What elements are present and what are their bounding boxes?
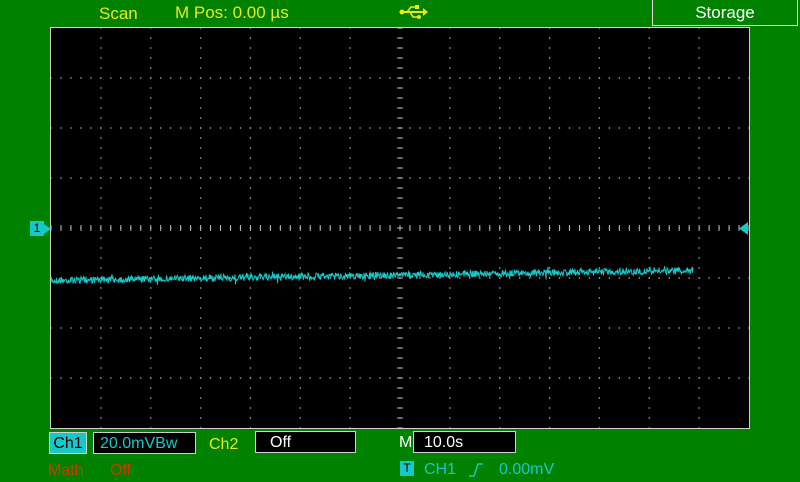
ch1-waveform-trace (51, 265, 694, 285)
timebase-label: M (399, 434, 413, 451)
ch1-marker-pointer-icon (44, 224, 51, 234)
ch1-scale-value[interactable]: 20.0mVBw (93, 432, 196, 454)
ch1-label[interactable]: Ch1 (49, 432, 87, 454)
ch1-ground-marker[interactable]: 1 (30, 221, 44, 236)
trigger-source[interactable]: CH1 (424, 459, 456, 481)
math-value: Off (110, 462, 132, 479)
waveform-display (51, 28, 749, 428)
trigger-level-value[interactable]: 0.00mV (499, 459, 554, 481)
timebase-value[interactable]: 10.0s (413, 431, 516, 453)
mpos-label: M Pos: 0.00 µs (175, 3, 289, 22)
usb-icon (399, 5, 428, 19)
trigger-icon: T (400, 461, 414, 476)
ch2-scale-value[interactable]: Off (255, 431, 356, 453)
ch1-trace-line (51, 265, 694, 285)
ch2-label[interactable]: Ch2 (209, 434, 238, 456)
math-label[interactable]: Math (48, 460, 84, 482)
storage-button[interactable]: Storage (652, 0, 798, 26)
trigger-level-arrow-icon[interactable] (739, 222, 748, 235)
rising-edge-icon (469, 463, 483, 477)
mode-label: Scan (99, 4, 138, 23)
